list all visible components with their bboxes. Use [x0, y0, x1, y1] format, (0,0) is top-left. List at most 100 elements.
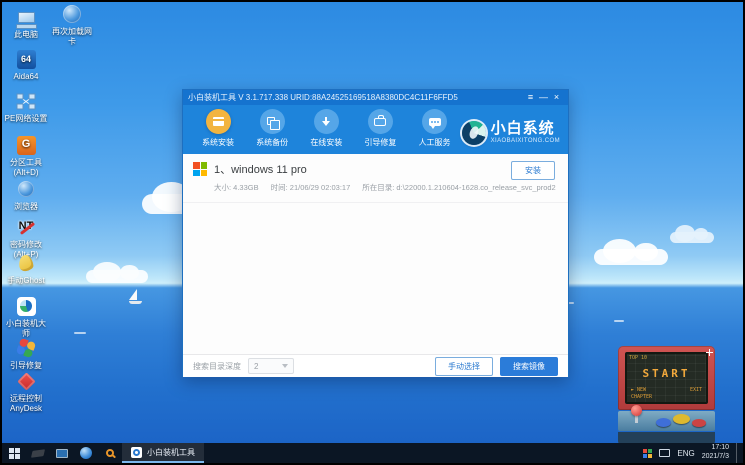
taskbar-app-xiaobai[interactable]: 小白装机工具	[122, 443, 204, 463]
desktop-icon-aida64[interactable]: 64 Aida64	[3, 48, 49, 82]
tray-photos-icon[interactable]	[643, 449, 652, 458]
install-button[interactable]: 安装	[511, 161, 555, 180]
diskgenius-icon: G	[3, 134, 49, 156]
pinwheel-icon	[3, 337, 49, 359]
search-image-button[interactable]: 搜索镜像	[500, 357, 558, 376]
desktop-icon-label: 分区工具(Alt+D)	[3, 158, 49, 177]
arcade-machine: TOP 10 START ► NEW CHAPTER EXIT	[618, 346, 715, 447]
tray-monitor-icon[interactable]	[659, 449, 670, 457]
copy-files-icon	[260, 109, 285, 134]
network-icon	[3, 90, 49, 112]
minimize-icon[interactable]: —	[537, 91, 550, 104]
image-list: 1、windows 11 pro 大小: 4.33GB 时间: 21/06/29…	[183, 154, 568, 354]
arcade-exit-text: EXIT	[690, 387, 702, 400]
tab-online-install[interactable]: 在线安装	[299, 109, 353, 154]
language-indicator[interactable]: ENG	[677, 449, 694, 458]
clock-date: 2021/7/3	[702, 453, 729, 462]
brand-name: 小白系统	[491, 121, 560, 136]
whitecap	[74, 332, 86, 334]
desktop: 此电脑 再次加载网卡 64 Aida64 PE网络设置 G 分区工具(Alt+D…	[0, 0, 745, 465]
desktop-icon-reload-network[interactable]: 再次加载网卡	[49, 3, 95, 46]
tab-system-backup[interactable]: 系统备份	[245, 109, 299, 154]
desktop-icon-label: Aida64	[3, 72, 49, 82]
nt-password-icon: NT	[3, 216, 49, 238]
globe-icon	[80, 447, 92, 459]
system-tray: ENG 17:10 2021/7/3	[643, 443, 743, 463]
desktop-icon-label: 再次加载网卡	[49, 27, 95, 46]
whitecap	[614, 320, 624, 322]
desktop-icon-label: PE网络设置	[3, 114, 49, 124]
ghost-icon	[3, 252, 49, 274]
cloud	[670, 232, 714, 243]
desktop-icon-diskgenius[interactable]: G 分区工具(Alt+D)	[3, 134, 49, 177]
clock-time: 17:10	[702, 444, 729, 453]
arcade-menu-text: ► NEW CHAPTER	[631, 387, 652, 400]
aida64-icon: 64	[3, 48, 49, 70]
depth-label: 搜索目录深度	[193, 361, 241, 372]
image-title: 1、windows 11 pro	[214, 161, 307, 177]
desktop-icon-browser[interactable]: 浏览器	[3, 178, 49, 212]
desktop-icon-this-pc[interactable]: 此电脑	[3, 6, 49, 40]
tab-boot-repair[interactable]: 引导修复	[353, 109, 407, 154]
nav-bar: 系统安装 系统备份 在线安装 引导修复 人工服务 小白系统	[183, 105, 568, 154]
arcade-frame: TOP 10 START ► NEW CHAPTER EXIT	[618, 346, 715, 410]
globe-reload-icon	[49, 3, 95, 25]
desktop-icon-label: 小白装机大师	[3, 319, 49, 338]
arcade-screen: TOP 10 START ► NEW CHAPTER EXIT	[625, 352, 708, 404]
arcade-top-text: TOP 10	[629, 355, 647, 361]
clock[interactable]: 17:10 2021/7/3	[702, 444, 729, 462]
window-title: 小白装机工具 V 3.1.717.338 URID:88A24525169518…	[188, 92, 524, 103]
taskbar: 小白装机工具 ENG 17:10 2021/7/3	[2, 443, 743, 463]
xiaobai-app-icon	[131, 447, 142, 458]
windows-logo-icon	[193, 162, 207, 176]
close-icon[interactable]: ×	[550, 91, 563, 104]
taskbar-icon-display[interactable]	[50, 443, 74, 463]
depth-select[interactable]: 2	[248, 358, 294, 374]
joystick-stem	[635, 415, 638, 423]
manual-select-button[interactable]: 手动选择	[435, 357, 493, 376]
xiaobai-logo-icon	[3, 295, 49, 317]
xiaobai-brand-icon	[462, 121, 486, 145]
monitor-icon	[56, 449, 68, 458]
toolbox-icon	[368, 109, 393, 134]
desktop-icon-boot-repair[interactable]: 引导修复	[3, 337, 49, 371]
desktop-icon-label: 手动Ghost	[3, 276, 49, 286]
cloud	[86, 270, 148, 283]
tab-system-install[interactable]: 系统安装	[191, 109, 245, 154]
taskbar-app-label: 小白装机工具	[147, 447, 195, 458]
taskbar-icon-search[interactable]	[98, 443, 122, 463]
pc-icon	[3, 6, 49, 28]
brand-site: XIAOBAIXITONG.COM	[491, 138, 560, 144]
desktop-icon-anydesk[interactable]: 远程控制AnyDesk	[3, 370, 49, 413]
joystick-ball	[631, 405, 642, 416]
image-time: 时间: 21/06/29 02:03:17	[271, 182, 351, 193]
desktop-icon-xiaobai-master[interactable]: 小白装机大师	[3, 295, 49, 338]
chevron-down-icon	[282, 364, 288, 368]
anydesk-diamond-icon	[3, 370, 49, 392]
arcade-button-red	[692, 419, 706, 427]
arcade-button-yellow	[673, 414, 690, 424]
image-dir: 所在目录: d:\22000.1.210604-1628.co_release_…	[362, 182, 555, 193]
show-desktop-button[interactable]	[736, 443, 740, 463]
browser-globe-icon	[3, 178, 49, 200]
taskbar-icon-tool[interactable]	[26, 443, 50, 463]
xiaobai-installer-window: 小白装机工具 V 3.1.717.338 URID:88A24525169518…	[182, 89, 569, 377]
window-titlebar[interactable]: 小白装机工具 V 3.1.717.338 URID:88A24525169518…	[183, 90, 568, 105]
download-icon	[314, 109, 339, 134]
sailboat	[129, 289, 142, 304]
brand-area: 小白系统 XIAOBAIXITONG.COM	[462, 109, 562, 154]
arcade-start-text: START	[625, 367, 708, 380]
magnifier-icon	[106, 449, 114, 457]
chat-icon	[422, 109, 447, 134]
windows-start-icon	[9, 448, 20, 459]
start-button[interactable]	[2, 443, 26, 463]
tab-manual-service[interactable]: 人工服务	[408, 109, 462, 154]
window-footer: 搜索目录深度 2 手动选择 搜索镜像	[183, 354, 568, 377]
desktop-icon-ghost[interactable]: 手动Ghost	[3, 252, 49, 286]
image-size: 大小: 4.33GB	[214, 182, 259, 193]
desktop-icon-pe-network[interactable]: PE网络设置	[3, 90, 49, 124]
menu-icon[interactable]: ≡	[524, 91, 537, 104]
taskbar-icon-browser[interactable]	[74, 443, 98, 463]
desktop-icon-label: 远程控制AnyDesk	[3, 394, 49, 413]
cloud	[594, 249, 668, 265]
